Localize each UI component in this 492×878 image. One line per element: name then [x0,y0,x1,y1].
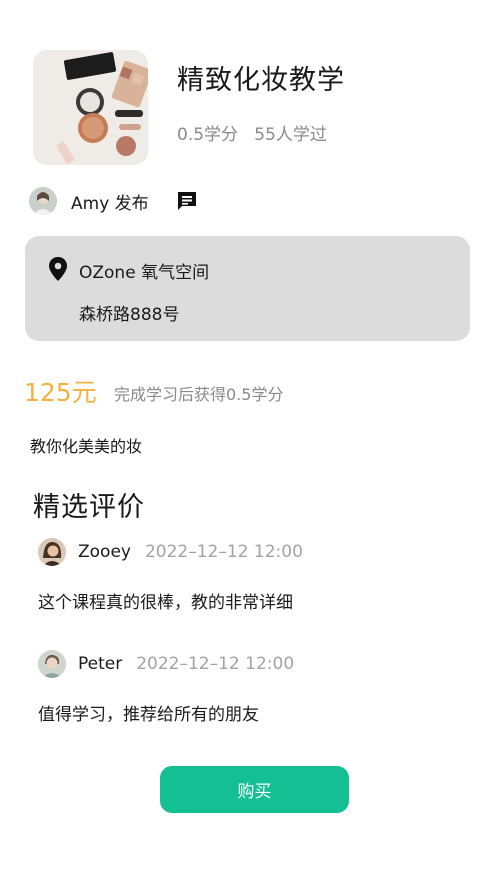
review-text: 这个课程真的很棒，教的非常详细 [38,593,293,613]
price: 125元 [24,378,97,407]
publisher-avatar[interactable] [29,187,57,215]
review-header: Zooey 2022–12–12 12:00 [38,537,303,567]
location-name: OZone 氧气空间 [79,263,210,283]
publisher-row: Amy 发布 [29,186,201,216]
course-meta: 0.5学分 55人学过 [177,125,327,145]
location-pin-icon [47,256,69,282]
course-title: 精致化妆教学 [177,65,345,96]
location-address: 森桥路888号 [79,305,180,325]
reviewer-avatar[interactable] [38,650,66,678]
review-header: Peter 2022–12–12 12:00 [38,649,294,679]
chat-bubble-icon[interactable] [175,188,201,214]
course-description: 教你化美美的妆 [30,437,143,456]
reviewer-name: Peter [78,654,123,674]
review-time: 2022–12–12 12:00 [144,542,303,562]
reviewer-avatar[interactable] [38,538,66,566]
buy-button[interactable]: 购买 [160,766,349,813]
location-card[interactable]: OZone 氧气空间 森桥路888号 [25,236,470,341]
course-thumbnail [33,50,148,165]
publisher-name: Amy 发布 [71,193,149,214]
review-time: 2022–12–12 12:00 [136,654,295,674]
price-note: 完成学习后获得0.5学分 [114,385,284,404]
reviewer-name: Zooey [78,542,131,562]
review-text: 值得学习，推荐给所有的朋友 [38,705,259,725]
reviews-title: 精选评价 [33,492,145,523]
